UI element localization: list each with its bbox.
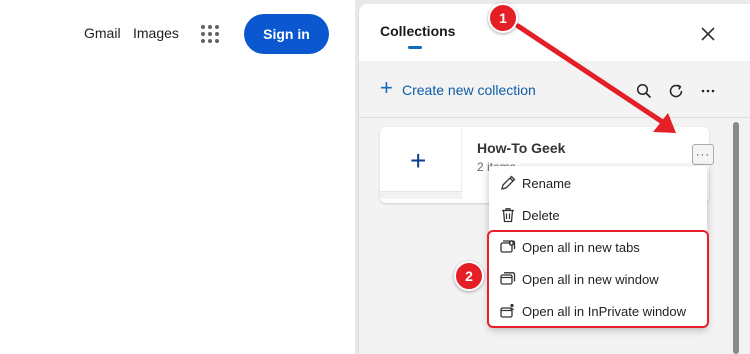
menu-label: Delete bbox=[522, 208, 560, 223]
search-icon[interactable] bbox=[633, 80, 655, 102]
toolbar-divider bbox=[359, 117, 750, 118]
collection-more-button[interactable]: ··· bbox=[692, 144, 714, 165]
menu-item-delete[interactable]: Delete bbox=[489, 200, 707, 230]
rename-icon bbox=[499, 174, 517, 192]
gmail-link[interactable]: Gmail bbox=[84, 25, 121, 41]
google-page: Gmail Images Sign in bbox=[0, 0, 355, 354]
menu-label: Rename bbox=[522, 176, 572, 191]
collection-title: How-To Geek bbox=[477, 140, 566, 156]
menu-item-rename[interactable]: Rename bbox=[489, 168, 707, 198]
collection-thumbnail: + bbox=[380, 127, 462, 199]
plus-icon[interactable]: + bbox=[380, 77, 393, 99]
collections-toolbar: + Create new collection bbox=[359, 68, 750, 118]
collections-header: Collections bbox=[359, 4, 750, 61]
plus-icon: + bbox=[410, 145, 427, 176]
step-badge-1: 1 bbox=[488, 3, 518, 33]
refresh-icon[interactable] bbox=[665, 80, 687, 102]
open-options-highlight bbox=[487, 230, 709, 328]
apps-grid-icon[interactable] bbox=[201, 25, 219, 43]
scrollbar[interactable] bbox=[733, 122, 739, 354]
create-collection-button[interactable]: Create new collection bbox=[402, 82, 536, 98]
images-link[interactable]: Images bbox=[133, 25, 179, 41]
more-icon[interactable] bbox=[697, 80, 719, 102]
title-underline bbox=[408, 46, 422, 49]
thumbnail-strip bbox=[380, 191, 462, 199]
step-badge-2: 2 bbox=[454, 261, 484, 291]
sign-in-button[interactable]: Sign in bbox=[244, 14, 329, 54]
delete-icon bbox=[499, 206, 517, 224]
close-icon[interactable] bbox=[696, 22, 720, 46]
collections-title: Collections bbox=[380, 23, 456, 39]
